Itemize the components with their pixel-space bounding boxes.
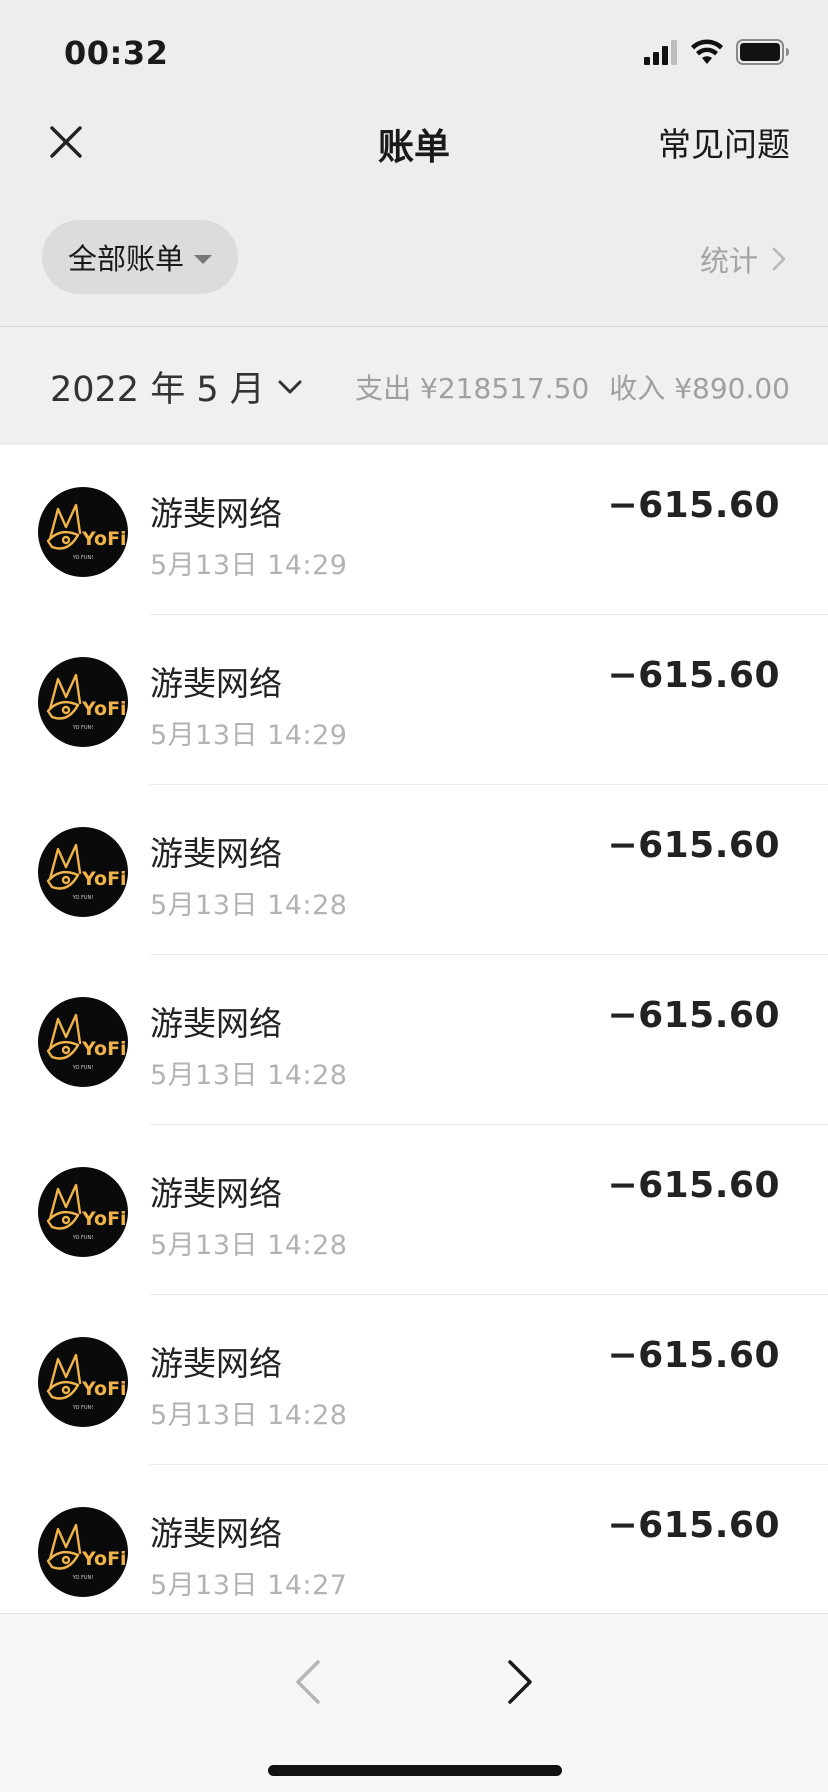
transaction-amount: −615.60 [607, 1165, 780, 1206]
transaction-row[interactable]: YoFi YO FUN! 游斐网络 5月13日 14:28 −615.60 [0, 1295, 828, 1465]
home-indicator [268, 1765, 562, 1776]
transaction-time: 5月13日 14:28 [150, 1400, 348, 1431]
month-selector[interactable]: 2022 年 5 月 [50, 361, 303, 412]
svg-text:YoFi: YoFi [81, 1378, 127, 1400]
transaction-row[interactable]: YoFi YO FUN! 游斐网络 5月13日 14:29 −615.60 [0, 445, 828, 615]
transaction-time: 5月13日 14:28 [150, 1060, 348, 1091]
chevron-right-icon[interactable] [502, 1656, 538, 1708]
svg-text:YoFi: YoFi [81, 1038, 127, 1060]
transaction-amount: −615.60 [607, 825, 780, 866]
transaction-amount: −615.60 [607, 1335, 780, 1376]
merchant-name: 游斐网络 [150, 1004, 282, 1043]
status-time: 00:32 [64, 34, 169, 72]
wifi-icon [691, 39, 723, 64]
merchant-avatar: YoFi YO FUN! [38, 997, 128, 1087]
transaction-amount: −615.60 [607, 485, 780, 526]
yofi-logo-icon: YoFi YO FUN! [46, 1353, 127, 1411]
transaction-row[interactable]: YoFi YO FUN! 游斐网络 5月13日 14:29 −615.60 [0, 615, 828, 785]
chevron-down-icon [278, 380, 302, 393]
month-header: 2022 年 5 月 支出 ¥218517.50 收入 ¥890.00 [0, 327, 828, 441]
transaction-time: 5月13日 14:29 [150, 720, 348, 751]
transaction-time: 5月13日 14:28 [150, 1230, 348, 1261]
status-icons [644, 36, 790, 68]
transaction-time: 5月13日 14:28 [150, 890, 348, 921]
merchant-avatar: YoFi YO FUN! [38, 487, 128, 577]
merchant-avatar: YoFi YO FUN! [38, 657, 128, 747]
svg-text:YO FUN!: YO FUN! [72, 725, 94, 731]
stats-link[interactable]: 统计 [700, 238, 786, 280]
yofi-logo-icon: YoFi YO FUN! [46, 503, 127, 561]
transaction-amount: −615.60 [607, 1505, 780, 1546]
yofi-logo-icon: YoFi YO FUN! [46, 1183, 127, 1241]
transaction-amount: −615.60 [607, 655, 780, 696]
merchant-avatar: YoFi YO FUN! [38, 1507, 128, 1597]
svg-text:YoFi: YoFi [81, 868, 127, 890]
caret-down-icon [194, 254, 212, 264]
stats-label: 统计 [699, 244, 758, 278]
bill-filter-label: 全部账单 [67, 242, 184, 276]
merchant-name: 游斐网络 [150, 664, 282, 703]
merchant-name: 游斐网络 [150, 1344, 282, 1383]
expense-total: 支出 ¥218517.50 [355, 372, 590, 405]
merchant-avatar: YoFi YO FUN! [38, 827, 128, 917]
transaction-row[interactable]: YoFi YO FUN! 游斐网络 5月13日 14:28 −615.60 [0, 955, 828, 1125]
faq-button[interactable]: 常见问题 [658, 118, 790, 166]
income-total: 收入 ¥890.00 [609, 372, 790, 405]
svg-text:YoFi: YoFi [81, 698, 127, 720]
merchant-name: 游斐网络 [150, 494, 282, 533]
svg-text:YoFi: YoFi [81, 528, 127, 550]
merchant-name: 游斐网络 [150, 1514, 282, 1553]
svg-text:YoFi: YoFi [81, 1548, 127, 1570]
svg-text:YO FUN!: YO FUN! [72, 895, 94, 901]
transaction-row[interactable]: YoFi YO FUN! 游斐网络 5月13日 14:28 −615.60 [0, 1125, 828, 1295]
yofi-logo-icon: YoFi YO FUN! [46, 1013, 127, 1071]
merchant-name: 游斐网络 [150, 834, 282, 873]
yofi-logo-icon: YoFi YO FUN! [46, 843, 127, 901]
svg-text:YO FUN!: YO FUN! [72, 1575, 94, 1581]
svg-text:YO FUN!: YO FUN! [72, 1065, 94, 1071]
transaction-items: YoFi YO FUN! 游斐网络 5月13日 14:29 −615.60 Yo… [0, 445, 828, 1613]
bill-filter-dropdown[interactable]: 全部账单 [42, 220, 238, 294]
transaction-row[interactable]: YoFi YO FUN! 游斐网络 5月13日 14:28 −615.60 [0, 785, 828, 955]
month-label: 2022 年 5 月 [50, 370, 265, 410]
chevron-left-icon[interactable] [290, 1656, 326, 1708]
transaction-time: 5月13日 14:29 [150, 550, 348, 581]
svg-text:YoFi: YoFi [81, 1208, 127, 1230]
svg-text:YO FUN!: YO FUN! [72, 1405, 94, 1411]
signal-icon [644, 40, 677, 65]
merchant-name: 游斐网络 [150, 1174, 282, 1213]
nav-bar: 账单 常见问题 [0, 100, 828, 180]
yofi-logo-icon: YoFi YO FUN! [46, 673, 127, 731]
month-summary: 支出 ¥218517.50 收入 ¥890.00 [355, 367, 790, 407]
status-bar: 00:32 [0, 0, 828, 100]
yofi-logo-icon: YoFi YO FUN! [46, 1523, 127, 1581]
transaction-list: YoFi YO FUN! 游斐网络 5月13日 14:29 −615.60 Yo… [0, 445, 828, 1613]
transaction-amount: −615.60 [607, 995, 780, 1036]
svg-text:YO FUN!: YO FUN! [72, 1235, 94, 1241]
battery-icon [736, 39, 789, 65]
filter-row: 全部账单 统计 [0, 210, 828, 300]
transaction-time: 5月13日 14:27 [150, 1570, 348, 1601]
merchant-avatar: YoFi YO FUN! [38, 1167, 128, 1257]
bottom-bar [0, 1613, 828, 1792]
svg-text:YO FUN!: YO FUN! [72, 555, 94, 561]
transaction-row[interactable]: YoFi YO FUN! 游斐网络 5月13日 14:27 −615.60 [0, 1465, 828, 1613]
chevron-right-icon [772, 247, 786, 271]
merchant-avatar: YoFi YO FUN! [38, 1337, 128, 1427]
